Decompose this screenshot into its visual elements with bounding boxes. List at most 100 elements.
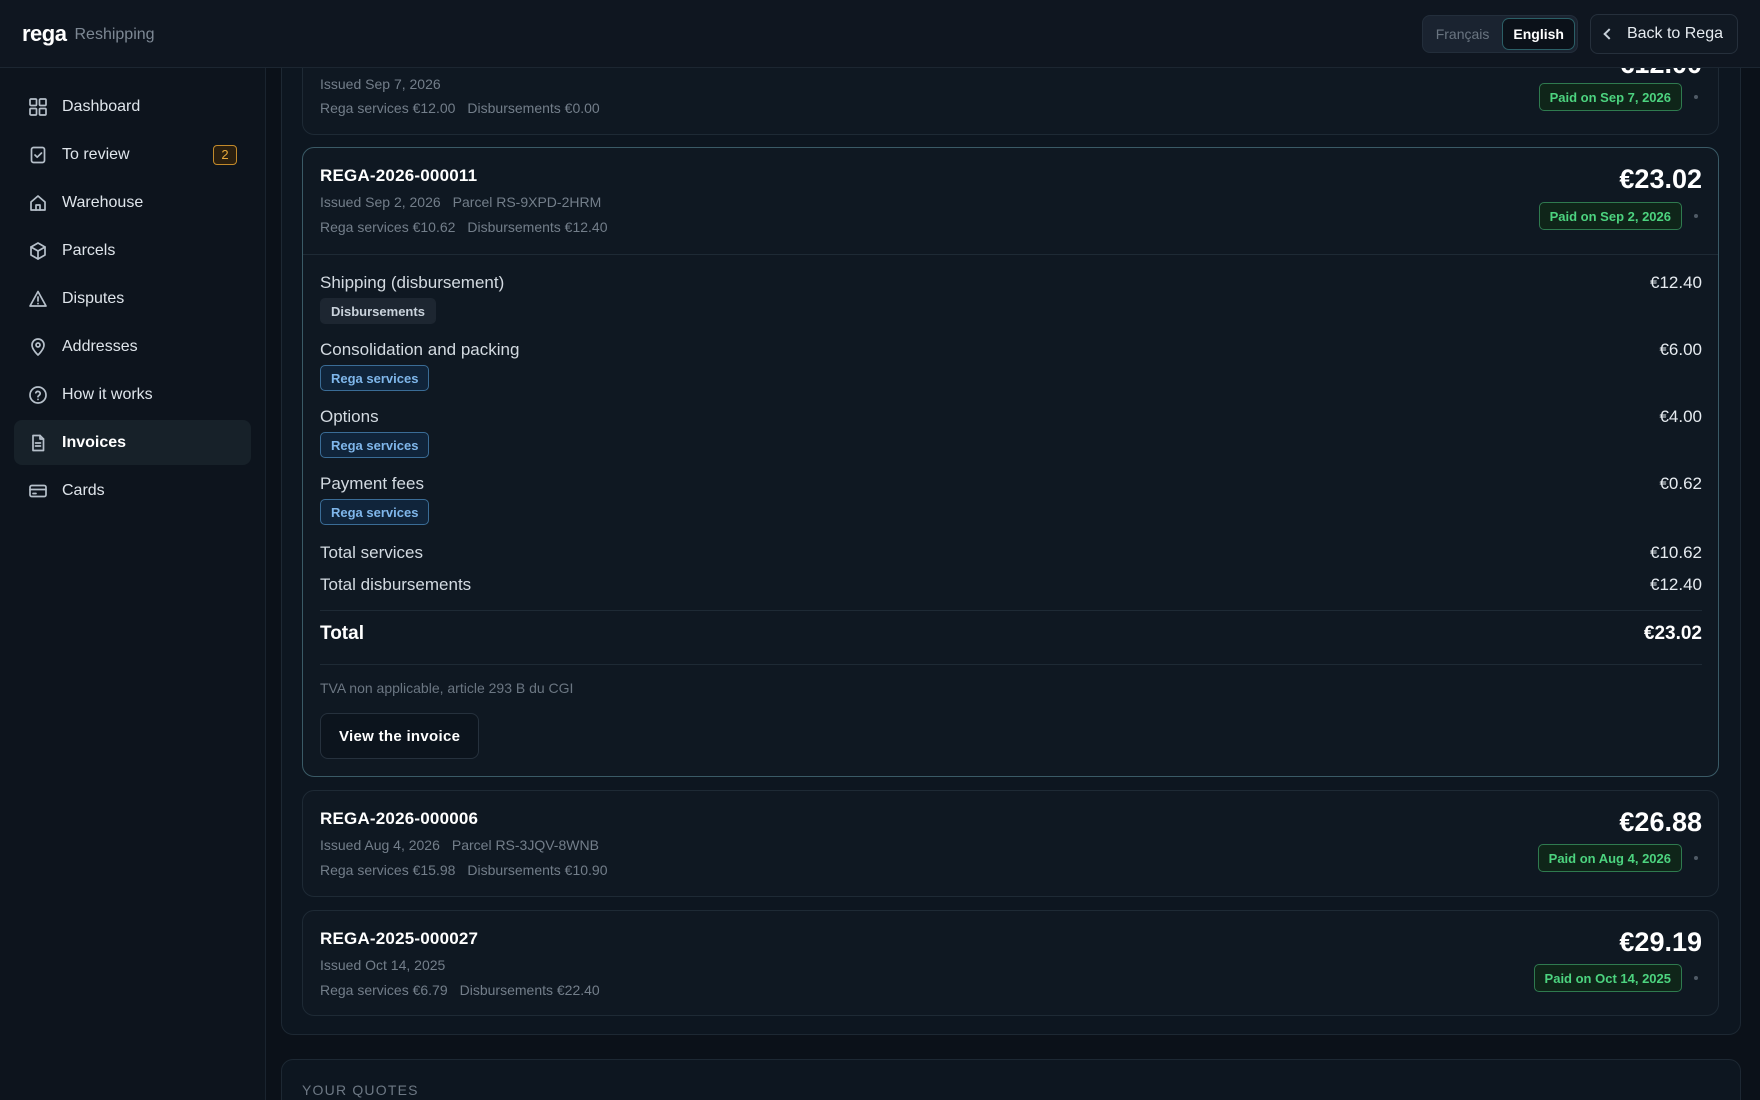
invoice-id: REGA-2026-000006 xyxy=(320,809,479,828)
line-value: €0.62 xyxy=(1659,474,1702,493)
disbursements-amount: Disbursements €0.00 xyxy=(467,100,600,116)
pin-icon xyxy=(28,337,48,357)
parcel-ref: Parcel RS-9XPD-2HRM xyxy=(452,194,602,210)
sidebar-item-disputes[interactable]: Disputes xyxy=(14,276,251,321)
total-disbursements-value: €12.40 xyxy=(1650,575,1702,594)
sidebar-item-warehouse[interactable]: Warehouse xyxy=(14,180,251,225)
disbursements-tag: Disbursements xyxy=(320,298,436,324)
line-value: €4.00 xyxy=(1659,407,1702,426)
top-bar: rega Reshipping Français English Back to… xyxy=(0,0,1760,68)
sidebar-item-invoices[interactable]: Invoices xyxy=(14,420,251,465)
invoice-amount: €23.02 xyxy=(1619,164,1702,194)
invoice-id: REGA-2025-000027 xyxy=(320,929,479,948)
line-label: Payment fees xyxy=(320,474,424,493)
invoice-breakdown: Rega services €10.62 Disbursements €12.40 xyxy=(320,219,608,235)
sidebar-item-label: Invoices xyxy=(62,433,127,451)
check-doc-icon xyxy=(28,145,48,165)
lang-en-button[interactable]: English xyxy=(1503,18,1574,49)
status-badge: Paid on Aug 4, 2026 xyxy=(1537,844,1682,872)
sidebar-item-addresses[interactable]: Addresses xyxy=(14,324,251,369)
review-count-badge: 2 xyxy=(213,144,237,165)
line-value: €12.40 xyxy=(1650,273,1702,292)
invoice-issued: Issued Sep 7, 2026 xyxy=(320,76,441,92)
status-badge: Paid on Sep 2, 2026 xyxy=(1538,202,1682,230)
total-disbursements-label: Total disbursements xyxy=(320,575,472,594)
invoice-card[interactable]: REGA-2026-000006 €26.88 Issued Aug 4, 20… xyxy=(302,790,1719,897)
header-actions: Français English Back to Rega xyxy=(1421,13,1738,54)
sidebar-item-label: Parcels xyxy=(62,241,116,259)
box-icon xyxy=(28,241,48,261)
sidebar-item-how-it-works[interactable]: How it works xyxy=(14,372,251,417)
invoice-card[interactable]: REGA-2025-000027 €29.19 Issued Oct 14, 2… xyxy=(302,910,1719,1016)
help-icon xyxy=(28,385,48,405)
logo[interactable]: rega xyxy=(22,21,67,47)
total-services-value: €10.62 xyxy=(1650,543,1702,562)
total-label: Total xyxy=(320,623,364,644)
issued-date: Issued Oct 14, 2025 xyxy=(320,957,446,973)
invoice-breakdown: Rega services €12.00 Disbursements €0.00 xyxy=(320,100,600,116)
line-value: €6.00 xyxy=(1659,340,1702,359)
sidebar: Dashboard To review 2 Warehouse Parcels … xyxy=(0,68,266,1100)
invoice-breakdown: Rega services €6.79 Disbursements €22.40 xyxy=(320,982,600,998)
line-label: Consolidation and packing xyxy=(320,340,520,359)
lang-fr-button[interactable]: Français xyxy=(1426,19,1500,49)
invoice-card-expanded[interactable]: REGA-2026-000011 €23.02 Issued Sep 2, 20… xyxy=(302,147,1719,777)
invoice-amount: €26.88 xyxy=(1619,807,1702,837)
app-subtitle: Reshipping xyxy=(74,26,155,43)
dot-icon xyxy=(1694,95,1698,99)
line-label: Shipping (disbursement) xyxy=(320,273,505,292)
disbursements-amount: Disbursements €12.40 xyxy=(467,219,608,235)
disbursements-amount: Disbursements €22.40 xyxy=(459,982,600,998)
language-switch: Français English xyxy=(1421,14,1578,53)
divider xyxy=(320,610,1702,611)
vat-note: TVA non applicable, article 293 B du CGI xyxy=(320,680,574,696)
services-amount: Rega services €15.98 xyxy=(320,862,456,878)
sidebar-item-label: How it works xyxy=(62,385,153,403)
invoice-issued: Issued Aug 4, 2026 Parcel RS-3JQV-8WNB xyxy=(320,837,599,853)
dot-icon xyxy=(1694,214,1698,218)
invoice-issued: Issued Sep 2, 2026 Parcel RS-9XPD-2HRM xyxy=(320,194,601,210)
services-amount: Rega services €12.00 xyxy=(320,100,456,116)
sidebar-item-label: Dashboard xyxy=(62,97,141,115)
status-badge: Paid on Sep 7, 2026 xyxy=(1538,83,1682,111)
quotes-panel: YOUR QUOTES xyxy=(281,1059,1741,1100)
quotes-title: YOUR QUOTES xyxy=(302,1082,419,1098)
rega-services-tag: Rega services xyxy=(320,365,430,391)
issued-date: Issued Sep 7, 2026 xyxy=(320,76,441,92)
status-badge: Paid on Oct 14, 2025 xyxy=(1533,964,1682,992)
divider xyxy=(320,664,1702,665)
invoice-breakdown: Rega services €15.98 Disbursements €10.90 xyxy=(320,862,608,878)
total-services-label: Total services xyxy=(320,543,423,562)
sidebar-item-label: Warehouse xyxy=(62,193,144,211)
invoice-amount: €29.19 xyxy=(1619,927,1702,957)
dot-icon xyxy=(1694,856,1698,860)
sidebar-item-label: Disputes xyxy=(62,289,125,307)
view-invoice-button[interactable]: View the invoice xyxy=(320,713,480,759)
sidebar-item-label: Addresses xyxy=(62,337,138,355)
sidebar-item-dashboard[interactable]: Dashboard xyxy=(14,84,251,129)
back-label: Back to Rega xyxy=(1626,24,1723,42)
sidebar-item-to-review[interactable]: To review 2 xyxy=(14,132,251,177)
parcel-ref: Parcel RS-3JQV-8WNB xyxy=(451,837,599,853)
card-icon xyxy=(28,481,48,501)
invoice-issued: Issued Oct 14, 2025 xyxy=(320,957,445,973)
issued-date: Issued Aug 4, 2026 xyxy=(320,837,440,853)
invoice-id: REGA-2026-000011 xyxy=(320,166,478,185)
sidebar-item-label: Cards xyxy=(62,481,105,499)
services-amount: Rega services €6.79 xyxy=(320,982,448,998)
sidebar-item-parcels[interactable]: Parcels xyxy=(14,228,251,273)
services-amount: Rega services €10.62 xyxy=(320,219,456,235)
disbursements-amount: Disbursements €10.90 xyxy=(467,862,608,878)
rega-services-tag: Rega services xyxy=(320,499,430,525)
rega-services-tag: Rega services xyxy=(320,432,430,458)
dot-icon xyxy=(1694,976,1698,980)
line-label: Options xyxy=(320,407,379,426)
grid-icon xyxy=(28,97,48,117)
sidebar-item-cards[interactable]: Cards xyxy=(14,468,251,513)
issued-date: Issued Sep 2, 2026 xyxy=(320,194,441,210)
sidebar-item-label: To review xyxy=(62,145,130,163)
back-to-rega-button[interactable]: Back to Rega xyxy=(1589,13,1738,54)
invoice-icon xyxy=(28,433,48,453)
divider xyxy=(303,254,1718,255)
warning-icon xyxy=(28,289,48,309)
